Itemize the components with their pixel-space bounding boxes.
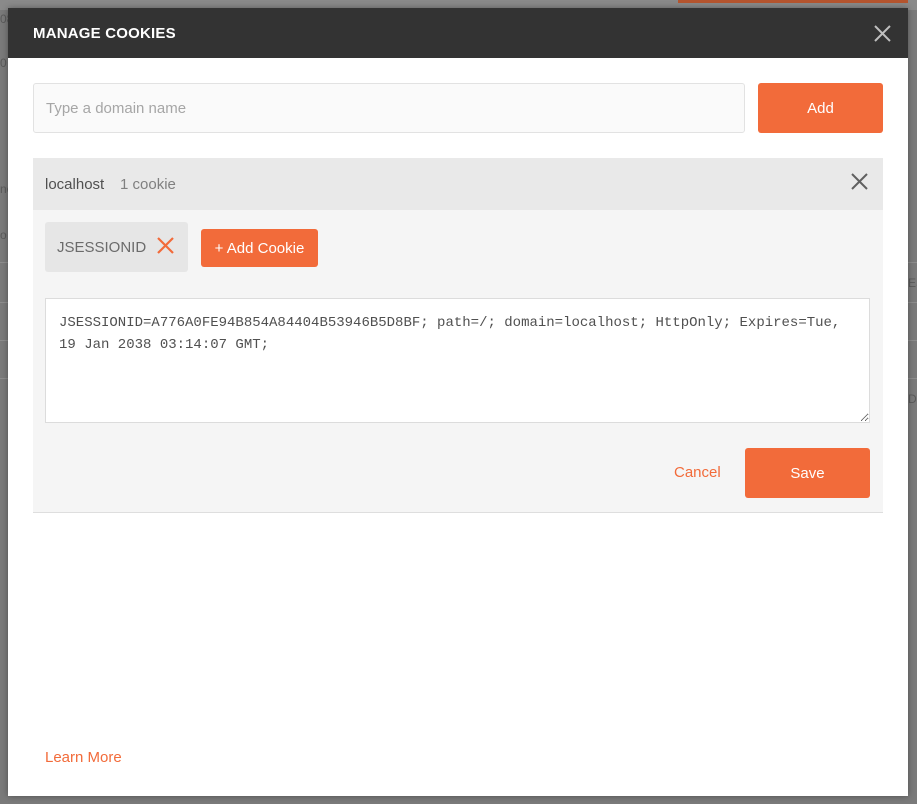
background-text: De xyxy=(908,392,917,406)
background-text: 0 xyxy=(0,56,7,70)
cancel-button[interactable]: Cancel xyxy=(674,464,721,481)
domain-panel-header: localhost 1 cookie xyxy=(33,158,883,210)
background-text: ES xyxy=(908,276,917,290)
cookie-count: 1 cookie xyxy=(120,176,176,193)
background-text: o xyxy=(0,228,7,242)
cookie-name: JSESSIONID xyxy=(57,239,147,256)
manage-cookies-modal: MANAGE COOKIES Add localhost 1 cookie JS… xyxy=(8,8,908,796)
save-button[interactable]: Save xyxy=(745,448,870,498)
domain-panel: localhost 1 cookie JSESSIONID + Add Cook… xyxy=(33,158,883,513)
background-accent-strip xyxy=(678,0,908,3)
add-domain-button[interactable]: Add xyxy=(758,83,883,133)
modal-title: MANAGE COOKIES xyxy=(33,25,176,42)
domain-name-input[interactable] xyxy=(33,83,745,133)
learn-more-link[interactable]: Learn More xyxy=(45,749,122,766)
close-icon[interactable] xyxy=(874,25,891,42)
cookie-chip-jsessionid[interactable]: JSESSIONID xyxy=(45,222,188,272)
modal-header: MANAGE COOKIES xyxy=(8,8,908,58)
add-cookie-button[interactable]: + Add Cookie xyxy=(201,229,318,267)
domain-name: localhost xyxy=(45,176,105,193)
cookie-value-textarea[interactable]: JSESSIONID=A776A0FE94B854A84404B53946B5D… xyxy=(45,298,870,423)
close-icon[interactable] xyxy=(156,236,175,260)
close-icon[interactable] xyxy=(851,173,868,190)
